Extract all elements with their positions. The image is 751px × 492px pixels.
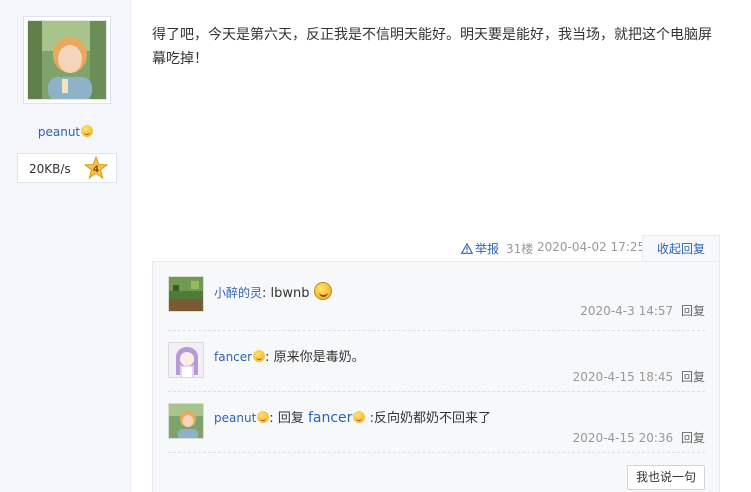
report-link[interactable]: 举报 bbox=[461, 240, 499, 257]
reply-time: 2020-4-15 18:45 bbox=[572, 370, 674, 384]
reply-time-row: 2020-4-3 14:57 回复 bbox=[580, 302, 705, 319]
reply-username[interactable]: 小醉的灵 bbox=[214, 286, 262, 300]
report-label[interactable]: 举报 bbox=[475, 240, 499, 257]
reply-content: peanut: 回复 fancer :反向奶都奶不回来了 bbox=[214, 409, 704, 428]
reply-time-row: 2020-4-15 18:45 回复 bbox=[573, 368, 705, 385]
grin-emoji-icon bbox=[313, 282, 332, 300]
reply-divider bbox=[168, 391, 705, 392]
reply-avatar[interactable] bbox=[168, 403, 204, 439]
author-sidebar: peanut 20KB/s 4 bbox=[0, 0, 131, 492]
author-stats-box: 20KB/s 4 bbox=[17, 153, 117, 183]
reply-time-row: 2020-4-15 20:36 回复 bbox=[573, 429, 705, 446]
reply-panel: 小醉的灵: lbwnb 2020-4-3 14:57 回复 fancer: 原来… bbox=[152, 261, 720, 492]
reply-time: 2020-4-15 20:36 bbox=[572, 431, 674, 445]
warning-triangle-icon bbox=[461, 243, 473, 254]
reply-divider bbox=[168, 330, 705, 331]
reply-username[interactable]: peanut bbox=[214, 411, 256, 425]
reply-button[interactable]: 回复 bbox=[681, 370, 705, 384]
smiley-emoji-icon bbox=[353, 411, 366, 423]
author-username-text[interactable]: peanut bbox=[38, 125, 80, 139]
floor-number: 31楼 bbox=[506, 242, 534, 256]
reply-target-username[interactable]: fancer bbox=[308, 410, 352, 426]
post-meta-bar: 举报 31楼 2020-04-02 17:25 收起回复 bbox=[152, 235, 720, 262]
author-avatar-image bbox=[27, 20, 107, 100]
reply-text: lbwnb bbox=[270, 286, 310, 301]
reply-content: 小醉的灵: lbwnb bbox=[214, 282, 704, 303]
reply-avatar[interactable] bbox=[168, 342, 204, 378]
reply-divider bbox=[168, 452, 705, 453]
author-avatar[interactable] bbox=[23, 16, 111, 104]
collapse-replies-button[interactable]: 收起回复 bbox=[642, 235, 720, 262]
post-content: 得了吧，今天是第六天，反正我是不信明天能好。明天要是能好，我当场，就把这个电脑屏… bbox=[152, 27, 712, 67]
smiley-emoji-icon bbox=[257, 411, 270, 423]
level-number: 4 bbox=[93, 165, 99, 175]
add-comment-button[interactable]: 我也说一句 bbox=[627, 465, 705, 490]
reply-avatar[interactable] bbox=[168, 276, 204, 312]
author-speed: 20KB/s bbox=[29, 162, 71, 176]
smiley-emoji-icon bbox=[253, 350, 266, 362]
level-star-badge-icon: 4 bbox=[84, 156, 108, 180]
smiley-emoji-icon bbox=[81, 125, 94, 137]
reply-separator: : bbox=[269, 411, 274, 426]
reply-button[interactable]: 回复 bbox=[681, 304, 705, 318]
reply-separator: : bbox=[265, 350, 270, 365]
reply-time: 2020-4-3 14:57 bbox=[580, 304, 674, 318]
reply-separator: : bbox=[262, 286, 267, 301]
reply-username[interactable]: fancer bbox=[214, 350, 252, 364]
author-username[interactable]: peanut bbox=[0, 124, 131, 140]
reply-text: 原来你是毒奶。 bbox=[273, 350, 365, 365]
reply-content: fancer: 原来你是毒奶。 bbox=[214, 348, 704, 367]
reply-button[interactable]: 回复 bbox=[681, 431, 705, 445]
post-date: 2020-04-02 17:25 bbox=[537, 240, 646, 254]
reply-word: 回复 bbox=[277, 411, 304, 426]
reply-text: :反向奶都奶不回来了 bbox=[369, 411, 491, 426]
